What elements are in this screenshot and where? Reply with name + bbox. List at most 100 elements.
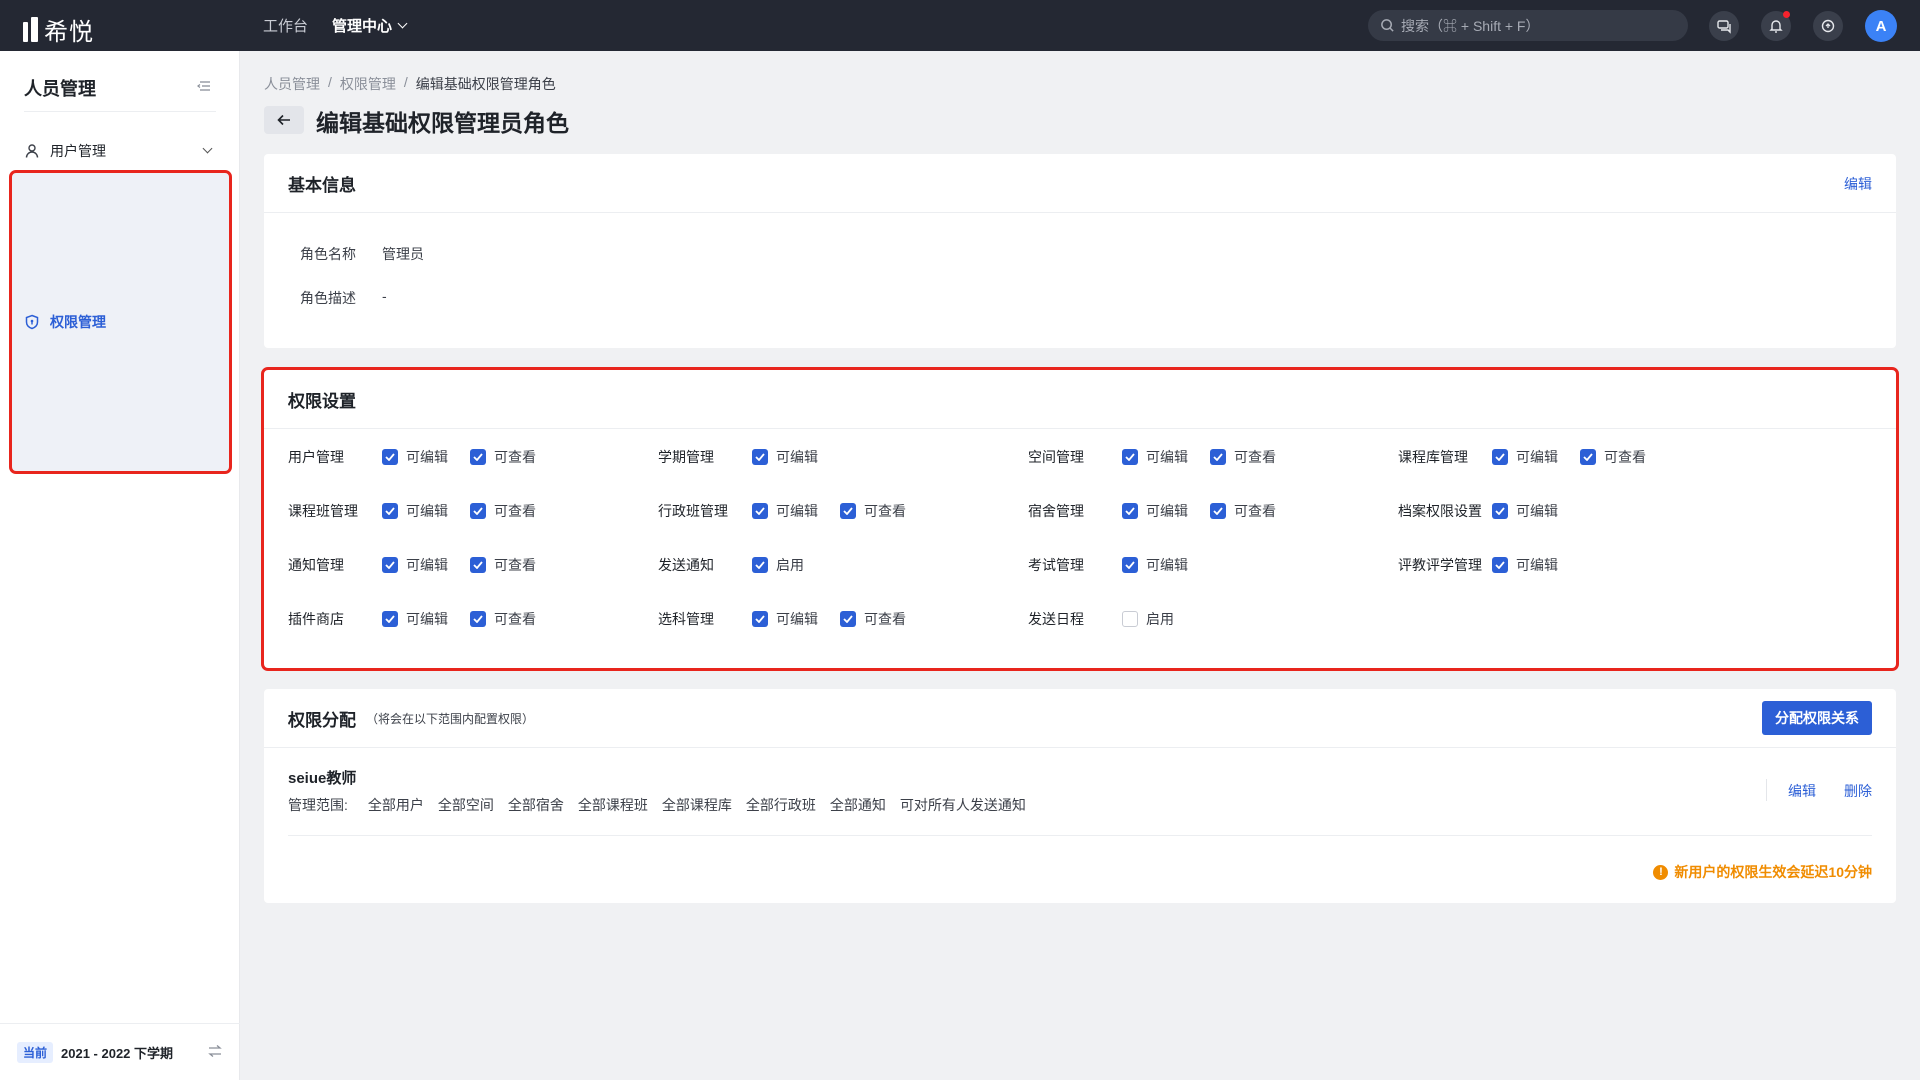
permission-option[interactable]: 可编辑 bbox=[1492, 447, 1558, 467]
checkbox-checked[interactable] bbox=[1492, 503, 1508, 519]
permission-option[interactable]: 启用 bbox=[1122, 609, 1174, 629]
checkbox-checked[interactable] bbox=[382, 449, 398, 465]
page-title: 编辑基础权限管理员角色 bbox=[316, 110, 569, 136]
breadcrumb-item-people[interactable]: 人员管理 bbox=[264, 74, 320, 94]
app-logo[interactable]: 希悦 bbox=[23, 12, 94, 47]
checkbox-checked[interactable] bbox=[382, 557, 398, 573]
permission-option[interactable]: 可编辑 bbox=[752, 447, 818, 467]
permission-item: 评教评学管理 可编辑 bbox=[1398, 555, 1580, 575]
checkbox-checked[interactable] bbox=[1492, 557, 1508, 573]
checkbox-checked[interactable] bbox=[752, 557, 768, 573]
notification-bell-icon[interactable] bbox=[1761, 11, 1791, 41]
search-input[interactable] bbox=[1401, 17, 1681, 34]
permission-item: 考试管理 可编辑 bbox=[1028, 555, 1210, 575]
checkbox-checked[interactable] bbox=[840, 611, 856, 627]
assigned-role-name: seiue教师 bbox=[288, 770, 357, 787]
sidebar-item-user-management[interactable]: 用户管理 bbox=[12, 133, 229, 169]
permission-option[interactable]: 可查看 bbox=[840, 609, 906, 629]
global-search[interactable] bbox=[1368, 10, 1688, 41]
checkbox-checked[interactable] bbox=[1210, 503, 1226, 519]
option-label: 可编辑 bbox=[1516, 449, 1558, 465]
scope-item: 全部用户 bbox=[367, 797, 424, 813]
chat-icon[interactable] bbox=[1709, 11, 1739, 41]
switch-arrows-icon[interactable] bbox=[207, 1044, 223, 1063]
permission-option[interactable]: 可编辑 bbox=[1492, 501, 1558, 521]
breadcrumb-item-permission[interactable]: 权限管理 bbox=[340, 74, 396, 94]
permission-assignment-card: 权限分配 （将会在以下范围内配置权限） 分配权限关系 seiue教师 管理范围:… bbox=[264, 689, 1896, 903]
permission-option[interactable]: 可编辑 bbox=[1122, 447, 1188, 467]
user-icon bbox=[25, 144, 39, 158]
permission-option[interactable]: 可查看 bbox=[1210, 447, 1276, 467]
user-avatar[interactable]: A bbox=[1865, 10, 1897, 42]
checkbox-checked[interactable] bbox=[1122, 503, 1138, 519]
permission-option[interactable]: 可编辑 bbox=[382, 555, 448, 575]
checkbox-checked[interactable] bbox=[1580, 449, 1596, 465]
option-label: 可查看 bbox=[494, 503, 536, 519]
edit-assignment-link[interactable]: 编辑 bbox=[1788, 781, 1816, 801]
permission-option[interactable]: 启用 bbox=[752, 555, 804, 575]
scope-item: 全部宿舍 bbox=[507, 797, 564, 813]
option-label: 可查看 bbox=[494, 449, 536, 465]
permission-name: 课程库管理 bbox=[1398, 449, 1468, 465]
permission-option[interactable]: 可编辑 bbox=[752, 609, 818, 629]
assignment-actions: 编辑 删除 bbox=[1766, 779, 1872, 801]
checkbox-checked[interactable] bbox=[1122, 557, 1138, 573]
permission-option[interactable]: 可编辑 bbox=[382, 501, 448, 521]
refresh-icon[interactable] bbox=[1813, 11, 1843, 41]
permission-item: 课程库管理 可编辑 可查看 bbox=[1398, 447, 1668, 467]
delete-assignment-link[interactable]: 删除 bbox=[1844, 781, 1872, 801]
checkbox-checked[interactable] bbox=[1210, 449, 1226, 465]
logo-text: 希悦 bbox=[44, 19, 94, 46]
sidebar-item-label: 用户管理 bbox=[50, 143, 106, 159]
option-label: 可编辑 bbox=[1146, 503, 1188, 519]
permission-option[interactable]: 可查看 bbox=[470, 555, 536, 575]
nav-admin-center[interactable]: 管理中心 bbox=[332, 15, 408, 36]
checkbox-checked[interactable] bbox=[470, 557, 486, 573]
option-label: 可编辑 bbox=[1516, 503, 1558, 519]
permission-item: 选科管理 可编辑 可查看 bbox=[658, 609, 928, 629]
permission-option[interactable]: 可查看 bbox=[840, 501, 906, 521]
edit-basic-info-link[interactable]: 编辑 bbox=[1844, 174, 1872, 194]
permission-option[interactable]: 可编辑 bbox=[1492, 555, 1558, 575]
checkbox-unchecked[interactable] bbox=[1122, 611, 1138, 627]
checkbox-checked[interactable] bbox=[1122, 449, 1138, 465]
option-label: 可编辑 bbox=[406, 503, 448, 519]
assign-permission-button[interactable]: 分配权限关系 bbox=[1762, 701, 1872, 735]
checkbox-checked[interactable] bbox=[382, 503, 398, 519]
permission-option[interactable]: 可编辑 bbox=[1122, 501, 1188, 521]
checkbox-checked[interactable] bbox=[840, 503, 856, 519]
card-header: 权限分配 （将会在以下范围内配置权限） bbox=[264, 689, 1896, 748]
scope-item: 全部空间 bbox=[437, 797, 494, 813]
chevron-down-icon bbox=[397, 18, 408, 29]
permission-option[interactable]: 可查看 bbox=[1210, 501, 1276, 521]
sidebar-divider bbox=[24, 111, 216, 112]
card-subtitle: （将会在以下范围内配置权限） bbox=[366, 711, 535, 726]
checkbox-checked[interactable] bbox=[752, 449, 768, 465]
checkbox-checked[interactable] bbox=[470, 449, 486, 465]
permission-option[interactable]: 可编辑 bbox=[752, 501, 818, 521]
permission-option[interactable]: 可查看 bbox=[470, 447, 536, 467]
permission-option[interactable]: 可查看 bbox=[1580, 447, 1646, 467]
checkbox-checked[interactable] bbox=[1492, 449, 1508, 465]
role-description-row: 角色描述 - bbox=[300, 288, 387, 308]
delay-notice-text: 新用户的权限生效会延迟10分钟 bbox=[1674, 864, 1872, 880]
logo-mark-icon bbox=[23, 17, 38, 42]
collapse-menu-icon[interactable] bbox=[197, 79, 211, 97]
checkbox-checked[interactable] bbox=[752, 611, 768, 627]
checkbox-checked[interactable] bbox=[752, 503, 768, 519]
back-button[interactable] bbox=[264, 106, 304, 134]
card-header: 基本信息 bbox=[264, 154, 1896, 213]
checkbox-checked[interactable] bbox=[470, 503, 486, 519]
sidebar-item-permission-management[interactable]: 权限管理 bbox=[9, 170, 232, 474]
permission-option[interactable]: 可编辑 bbox=[1122, 555, 1188, 575]
checkbox-checked[interactable] bbox=[470, 611, 486, 627]
permission-option[interactable]: 可编辑 bbox=[382, 609, 448, 629]
permission-option[interactable]: 可查看 bbox=[470, 501, 536, 521]
checkbox-checked[interactable] bbox=[382, 611, 398, 627]
breadcrumb-separator: / bbox=[403, 74, 408, 90]
permission-option[interactable]: 可编辑 bbox=[382, 447, 448, 467]
field-value: 管理员 bbox=[382, 246, 424, 262]
option-label: 可编辑 bbox=[406, 449, 448, 465]
nav-workbench[interactable]: 工作台 bbox=[263, 15, 308, 36]
permission-option[interactable]: 可查看 bbox=[470, 609, 536, 629]
